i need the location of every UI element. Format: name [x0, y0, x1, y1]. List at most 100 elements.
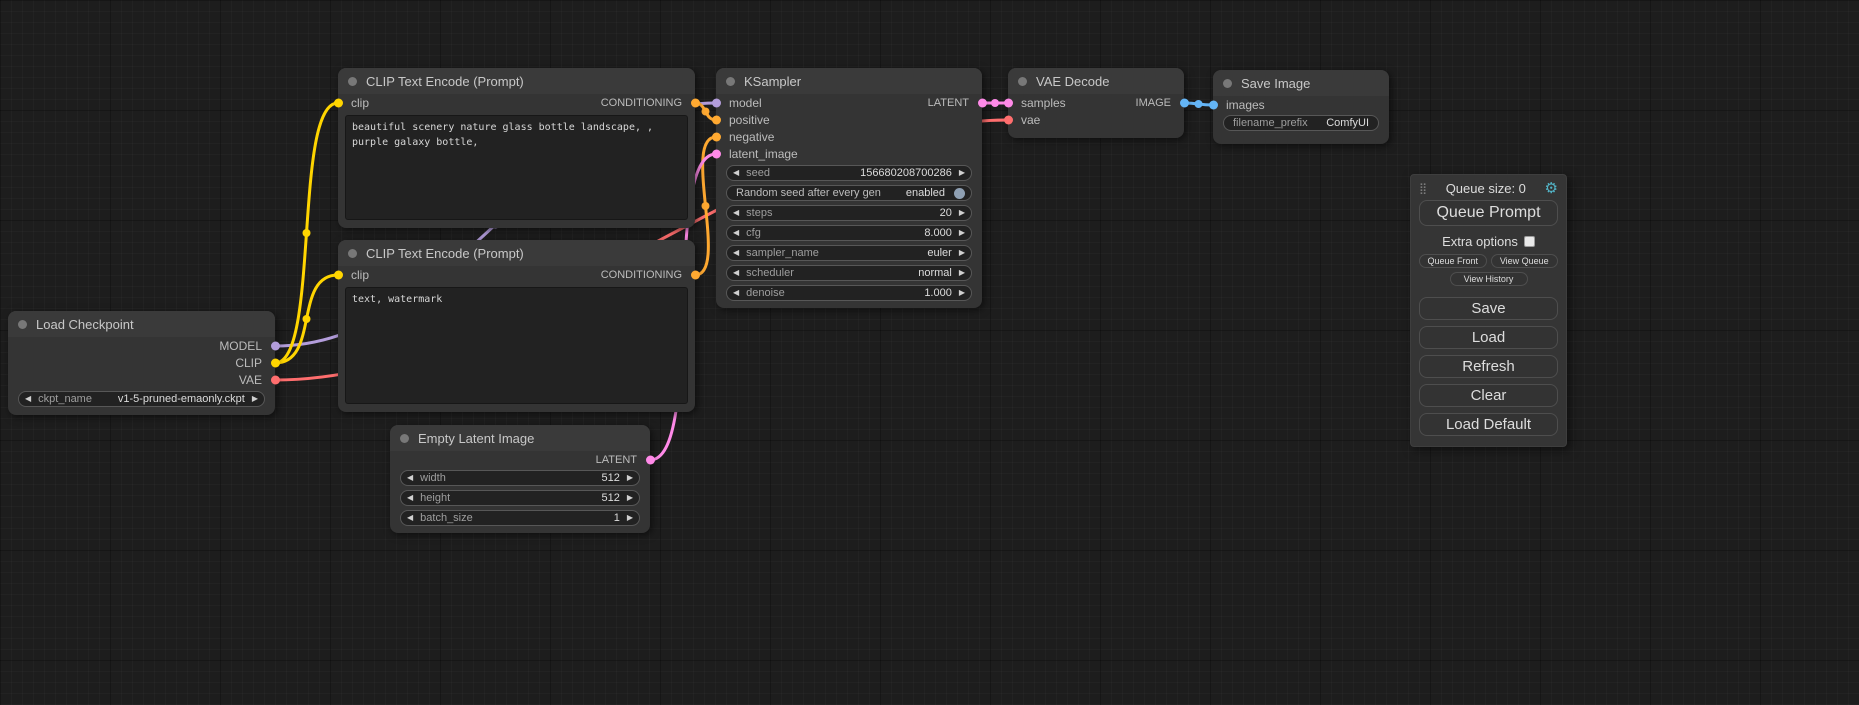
- queue-actions-row: Queue Front View Queue: [1419, 254, 1558, 268]
- increment-arrow-icon[interactable]: ▶: [252, 395, 258, 403]
- decrement-arrow-icon[interactable]: ◀: [25, 395, 31, 403]
- input-socket-clip[interactable]: [334, 98, 343, 107]
- extra-options-checkbox[interactable]: [1524, 236, 1535, 247]
- settings-gear-icon[interactable]: ⚙: [1545, 181, 1558, 196]
- cfg-number-widget[interactable]: ◀ cfg 8.000 ▶: [726, 225, 972, 241]
- filename-prefix-text-widget[interactable]: filename_prefix ComfyUI: [1223, 115, 1379, 131]
- queue-menu-panel[interactable]: ⣿ Queue size: 0 ⚙ Queue Prompt Extra opt…: [1410, 174, 1567, 447]
- positive-prompt-textarea[interactable]: beautiful scenery nature glass bottle la…: [345, 115, 688, 220]
- decrement-arrow-icon[interactable]: ◀: [733, 289, 739, 297]
- output-socket-clip[interactable]: [271, 358, 280, 367]
- view-queue-button[interactable]: View Queue: [1491, 254, 1559, 268]
- queue-size-label: Queue size: 0: [1427, 181, 1544, 196]
- increment-arrow-icon[interactable]: ▶: [627, 474, 633, 482]
- queue-front-button[interactable]: Queue Front: [1419, 254, 1487, 268]
- increment-arrow-icon[interactable]: ▶: [627, 494, 633, 502]
- node-title-bar[interactable]: Empty Latent Image: [390, 425, 650, 451]
- load-button[interactable]: Load: [1419, 326, 1558, 349]
- decrement-arrow-icon[interactable]: ◀: [733, 269, 739, 277]
- width-number-widget[interactable]: ◀ width 512 ▶: [400, 470, 640, 486]
- input-socket-images[interactable]: [1209, 100, 1218, 109]
- slot-row: images: [1213, 96, 1389, 113]
- output-socket-model[interactable]: [271, 341, 280, 350]
- comfyui-canvas[interactable]: { "colors": { "model": "#B39DDB", "clip"…: [0, 0, 1859, 705]
- increment-arrow-icon[interactable]: ▶: [959, 209, 965, 217]
- input-socket-latent-image[interactable]: [712, 149, 721, 158]
- increment-arrow-icon[interactable]: ▶: [959, 289, 965, 297]
- sampler-name-combo[interactable]: ◀ sampler_name euler ▶: [726, 245, 972, 261]
- extra-options-label: Extra options: [1442, 234, 1518, 249]
- node-title-bar[interactable]: VAE Decode: [1008, 68, 1184, 94]
- batch-size-number-widget[interactable]: ◀ batch_size 1 ▶: [400, 510, 640, 526]
- input-socket-positive[interactable]: [712, 115, 721, 124]
- height-number-widget[interactable]: ◀ height 512 ▶: [400, 490, 640, 506]
- collapse-dot-icon[interactable]: [348, 249, 357, 258]
- node-vae-decode[interactable]: VAE Decode samples IMAGE vae: [1008, 68, 1184, 138]
- increment-arrow-icon[interactable]: ▶: [959, 269, 965, 277]
- node-clip-text-encode-negative[interactable]: CLIP Text Encode (Prompt) clip CONDITION…: [338, 240, 695, 412]
- input-socket-clip[interactable]: [334, 270, 343, 279]
- collapse-dot-icon[interactable]: [18, 320, 27, 329]
- collapse-dot-icon[interactable]: [1223, 79, 1232, 88]
- queue-prompt-button[interactable]: Queue Prompt: [1419, 200, 1558, 226]
- random-seed-toggle[interactable]: Random seed after every gen enabled: [726, 185, 972, 201]
- node-ksampler[interactable]: KSampler model LATENT positive negative …: [716, 68, 982, 308]
- output-socket-conditioning[interactable]: [691, 270, 700, 279]
- extra-options-row: Extra options: [1419, 234, 1558, 249]
- seed-number-widget[interactable]: ◀ seed 156680208700286 ▶: [726, 165, 972, 181]
- increment-arrow-icon[interactable]: ▶: [959, 229, 965, 237]
- output-socket-image[interactable]: [1180, 98, 1189, 107]
- collapse-dot-icon[interactable]: [348, 77, 357, 86]
- widget-label: cfg: [746, 227, 761, 239]
- output-socket-latent[interactable]: [646, 455, 655, 464]
- view-history-button[interactable]: View History: [1450, 272, 1528, 286]
- widget-label: width: [420, 472, 446, 484]
- decrement-arrow-icon[interactable]: ◀: [733, 229, 739, 237]
- node-load-checkpoint[interactable]: Load Checkpoint MODEL CLIP VAE ◀ ckpt_na…: [8, 311, 275, 415]
- collapse-dot-icon[interactable]: [1018, 77, 1027, 86]
- slot-row: negative: [716, 128, 982, 145]
- input-socket-model[interactable]: [712, 98, 721, 107]
- node-title-bar[interactable]: Save Image: [1213, 70, 1389, 96]
- node-title-bar[interactable]: KSampler: [716, 68, 982, 94]
- scheduler-combo[interactable]: ◀ scheduler normal ▶: [726, 265, 972, 281]
- output-row-clip: CLIP: [8, 354, 275, 371]
- ckpt-name-combo[interactable]: ◀ ckpt_name v1-5-pruned-emaonly.ckpt ▶: [18, 391, 265, 407]
- output-socket-latent[interactable]: [978, 98, 987, 107]
- refresh-button[interactable]: Refresh: [1419, 355, 1558, 378]
- increment-arrow-icon[interactable]: ▶: [627, 514, 633, 522]
- decrement-arrow-icon[interactable]: ◀: [407, 514, 413, 522]
- collapse-dot-icon[interactable]: [726, 77, 735, 86]
- node-save-image[interactable]: Save Image images filename_prefix ComfyU…: [1213, 70, 1389, 144]
- output-socket-conditioning[interactable]: [691, 98, 700, 107]
- toggle-knob-icon[interactable]: [954, 188, 965, 199]
- input-socket-negative[interactable]: [712, 132, 721, 141]
- negative-prompt-textarea[interactable]: text, watermark: [345, 287, 688, 404]
- save-button[interactable]: Save: [1419, 297, 1558, 320]
- node-title-bar[interactable]: Load Checkpoint: [8, 311, 275, 337]
- node-title-bar[interactable]: CLIP Text Encode (Prompt): [338, 68, 695, 94]
- increment-arrow-icon[interactable]: ▶: [959, 169, 965, 177]
- decrement-arrow-icon[interactable]: ◀: [407, 474, 413, 482]
- input-socket-vae[interactable]: [1004, 115, 1013, 124]
- increment-arrow-icon[interactable]: ▶: [959, 249, 965, 257]
- decrement-arrow-icon[interactable]: ◀: [407, 494, 413, 502]
- node-clip-text-encode-positive[interactable]: CLIP Text Encode (Prompt) clip CONDITION…: [338, 68, 695, 228]
- load-default-button[interactable]: Load Default: [1419, 413, 1558, 436]
- decrement-arrow-icon[interactable]: ◀: [733, 169, 739, 177]
- input-label-positive: positive: [729, 113, 770, 127]
- collapse-dot-icon[interactable]: [400, 434, 409, 443]
- decrement-arrow-icon[interactable]: ◀: [733, 209, 739, 217]
- node-empty-latent-image[interactable]: Empty Latent Image LATENT ◀ width 512 ▶ …: [390, 425, 650, 533]
- menu-header: ⣿ Queue size: 0 ⚙: [1419, 181, 1558, 196]
- node-title-bar[interactable]: CLIP Text Encode (Prompt): [338, 240, 695, 266]
- input-socket-samples[interactable]: [1004, 98, 1013, 107]
- decrement-arrow-icon[interactable]: ◀: [733, 249, 739, 257]
- output-socket-vae[interactable]: [271, 375, 280, 384]
- input-label-samples: samples: [1021, 96, 1066, 110]
- steps-number-widget[interactable]: ◀ steps 20 ▶: [726, 205, 972, 221]
- drag-handle-icon[interactable]: ⣿: [1419, 182, 1427, 195]
- denoise-number-widget[interactable]: ◀ denoise 1.000 ▶: [726, 285, 972, 301]
- clear-button[interactable]: Clear: [1419, 384, 1558, 407]
- widget-value: ComfyUI: [1326, 117, 1369, 129]
